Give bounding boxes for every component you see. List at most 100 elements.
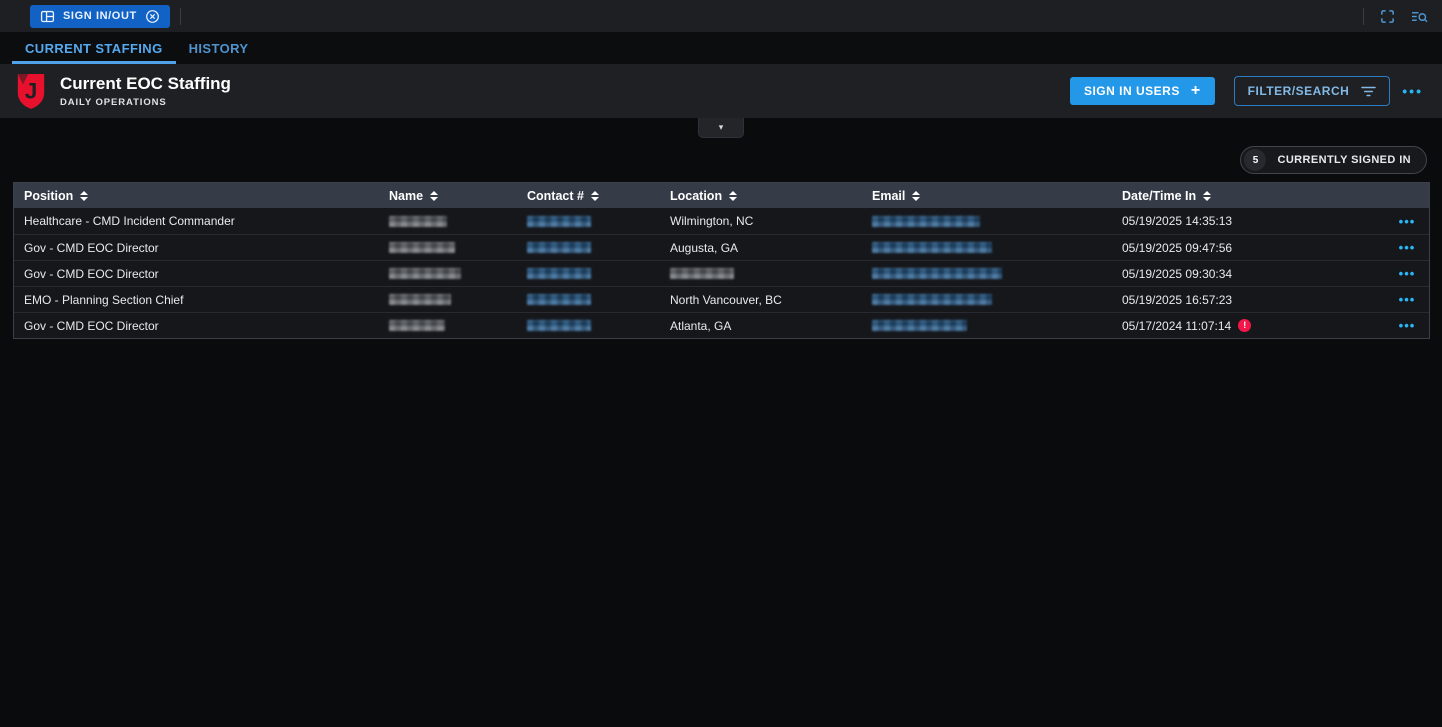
sort-icon [1203,191,1211,201]
fullscreen-icon [1380,9,1395,24]
datetime-cell: 05/19/2025 09:47:56 [1112,235,1385,260]
row-actions-button[interactable]: ••• [1399,240,1416,255]
column-label: Position [24,189,73,203]
sort-up-arrow [430,191,438,195]
table-row: Gov - CMD EOC Director 05/19/2025 09:30:3… [14,260,1429,286]
collapse-panel-handle[interactable]: ▾ [698,118,744,138]
position-cell: Gov - CMD EOC Director [14,261,379,286]
redacted-email [872,268,1002,279]
datetime-value: 05/19/2025 09:30:34 [1122,267,1232,281]
search-list-button[interactable] [1411,9,1428,24]
redacted-contact [527,216,591,227]
table-row: Healthcare - CMD Incident Commander Wilmi… [14,208,1429,234]
contact-cell [517,287,660,312]
table-header-row: Position Name Contact # Location Email Date/T… [14,183,1429,208]
location-cell: Augusta, GA [660,235,862,260]
contact-cell [517,235,660,260]
position-cell: Healthcare - CMD Incident Commander [14,208,379,234]
datetime-cell: 05/19/2025 14:35:13 [1112,208,1385,234]
redacted-name [389,294,451,305]
table-row: Gov - CMD EOC Director Augusta, GA 05/19/2… [14,234,1429,260]
row-actions-button[interactable]: ••• [1399,292,1416,307]
datetime-cell: 05/19/2025 16:57:23 [1112,287,1385,312]
position-cell: EMO - Planning Section Chief [14,287,379,312]
redacted-name [389,216,447,227]
actions-cell: ••• [1385,287,1429,312]
datetime-value: 05/17/2024 11:07:14 [1122,319,1231,333]
top-bar: SIGN IN/OUT [0,0,1442,32]
currently-signed-in-badge: 5 CURRENTLY SIGNED IN [1240,146,1427,174]
column-header-name[interactable]: Name [379,183,517,208]
more-options-button[interactable]: ••• [1398,83,1427,99]
contact-cell [517,313,660,338]
column-label: Name [389,189,423,203]
redacted-contact [527,294,591,305]
column-label: Email [872,189,905,203]
page-title: Current EOC Staffing [60,74,231,94]
redacted-contact [527,320,591,331]
column-label: Contact # [527,189,584,203]
redacted-name [389,268,461,279]
column-header-location[interactable]: Location [660,183,862,208]
actions-cell: ••• [1385,261,1429,286]
datetime-cell: 05/19/2025 09:30:34 [1112,261,1385,286]
column-header-email[interactable]: Email [862,183,1112,208]
email-cell [862,235,1112,260]
email-cell [862,287,1112,312]
actions-cell: ••• [1385,235,1429,260]
actions-cell: ••• [1385,208,1429,234]
tab-history[interactable]: HISTORY [176,32,262,64]
position-cell: Gov - CMD EOC Director [14,235,379,260]
sort-up-arrow [591,191,599,195]
tab-bar: CURRENT STAFFING HISTORY [0,32,1442,64]
row-actions-button[interactable]: ••• [1399,214,1416,229]
sign-in-users-button[interactable]: SIGN IN USERS + [1070,77,1215,105]
location-cell: Wilmington, NC [660,208,862,234]
panel-columns-icon [40,9,55,24]
location-cell [660,261,862,286]
sort-down-arrow [591,197,599,201]
column-label: Location [670,189,722,203]
sort-down-arrow [912,197,920,201]
chevron-down-icon: ▾ [719,122,724,133]
sign-in-out-label: SIGN IN/OUT [63,10,137,22]
plus-icon: + [1191,83,1201,99]
topbar-right-divider [1363,8,1364,25]
row-actions-button[interactable]: ••• [1399,318,1416,333]
column-header-date-time-in[interactable]: Date/Time In [1112,183,1385,208]
staffing-table: Position Name Contact # Location Email Date/T… [13,182,1430,339]
filter-search-button[interactable]: FILTER/SEARCH [1234,76,1391,106]
name-cell [379,261,517,286]
filter-search-label: FILTER/SEARCH [1248,84,1350,98]
sort-down-arrow [1203,197,1211,201]
datetime-value: 05/19/2025 14:35:13 [1122,214,1232,228]
app-logo: J [15,72,47,110]
name-cell [379,235,517,260]
tab-current-staffing[interactable]: CURRENT STAFFING [12,32,176,64]
tab-label: CURRENT STAFFING [25,41,163,56]
row-actions-button[interactable]: ••• [1399,266,1416,281]
redacted-email [872,294,992,305]
redacted-name [389,242,455,253]
redacted-contact [527,242,591,253]
fullscreen-button[interactable] [1380,9,1395,24]
sign-in-out-button[interactable]: SIGN IN/OUT [30,5,170,28]
table-body: Healthcare - CMD Incident Commander Wilmi… [14,208,1429,338]
signed-in-label: CURRENTLY SIGNED IN [1277,154,1411,166]
contact-cell [517,208,660,234]
location-cell: North Vancouver, BC [660,287,862,312]
svg-text:J: J [25,79,38,104]
column-header-position[interactable]: Position [14,183,379,208]
location-cell: Atlanta, GA [660,313,862,338]
filter-icon [1361,86,1376,97]
sort-up-arrow [729,191,737,195]
tab-label: HISTORY [189,41,249,56]
table-row: EMO - Planning Section Chief North Vancou… [14,286,1429,312]
redacted-location [670,268,734,279]
warning-icon: ! [1238,319,1251,332]
datetime-value: 05/19/2025 09:47:56 [1122,241,1232,255]
sort-icon [729,191,737,201]
redacted-email [872,216,980,227]
column-header-contact[interactable]: Contact # [517,183,660,208]
circled-x-icon[interactable] [145,9,160,24]
